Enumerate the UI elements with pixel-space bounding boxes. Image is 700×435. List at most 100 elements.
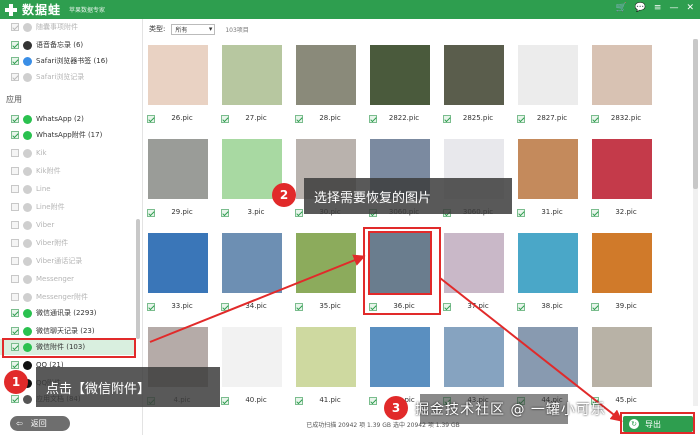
photo-tile[interactable]: 31.pic <box>513 133 583 220</box>
photo-checkbox[interactable] <box>517 115 525 123</box>
sidebar-item[interactable]: 随囊事项附件 <box>0 19 135 35</box>
photo-thumbnail[interactable] <box>370 327 430 387</box>
photo-checkbox[interactable] <box>591 209 599 217</box>
checkbox[interactable] <box>11 221 19 229</box>
photo-tile[interactable]: 40.pic <box>217 321 287 408</box>
type-select[interactable]: 所有 <box>171 23 216 35</box>
photo-tile[interactable]: 3.pic <box>217 133 287 220</box>
photo-checkbox[interactable] <box>517 303 525 311</box>
photo-thumbnail[interactable] <box>592 139 652 199</box>
checkbox[interactable] <box>11 41 19 49</box>
sidebar-item[interactable]: WhatsApp (2) <box>0 111 135 127</box>
checkbox[interactable] <box>11 395 19 403</box>
cart-icon[interactable]: 🛒 <box>615 3 626 13</box>
checkbox[interactable] <box>11 131 19 139</box>
sidebar-item[interactable]: WhatsApp附件 (17) <box>0 127 135 143</box>
photo-tile[interactable]: 34.pic <box>217 227 287 314</box>
minimize-icon[interactable]: — <box>669 3 678 13</box>
checkbox[interactable] <box>11 23 19 31</box>
photo-thumbnail[interactable] <box>148 45 208 105</box>
sidebar-item[interactable]: 微信聊天记录 (23) <box>0 323 135 339</box>
photo-tile[interactable]: 38.pic <box>513 227 583 314</box>
photo-thumbnail[interactable] <box>296 45 356 105</box>
photo-thumbnail[interactable] <box>444 327 504 387</box>
sidebar-item[interactable]: 微信通讯录 (2293) <box>0 305 135 321</box>
photo-checkbox[interactable] <box>295 115 303 123</box>
sidebar-scrollbar[interactable] <box>136 219 140 339</box>
photo-checkbox[interactable] <box>295 303 303 311</box>
photo-tile[interactable]: 2827.pic <box>513 39 583 126</box>
photo-thumbnail[interactable] <box>222 327 282 387</box>
photo-checkbox[interactable] <box>147 115 155 123</box>
photo-tile[interactable]: 2822.pic <box>365 39 435 126</box>
checkbox[interactable] <box>11 203 19 211</box>
sidebar-item[interactable]: Line附件 <box>0 199 135 215</box>
photo-thumbnail[interactable] <box>370 45 430 105</box>
photo-thumbnail[interactable] <box>222 233 282 293</box>
photo-checkbox[interactable] <box>147 209 155 217</box>
photo-thumbnail[interactable] <box>592 327 652 387</box>
photo-thumbnail[interactable] <box>296 233 356 293</box>
photo-thumbnail[interactable] <box>296 327 356 387</box>
chat-icon[interactable]: 💬 <box>635 3 646 13</box>
sidebar-item[interactable]: 语音备忘录 (6) <box>0 37 135 53</box>
checkbox[interactable] <box>11 73 19 81</box>
photo-tile[interactable]: 2825.pic <box>439 39 509 126</box>
photo-tile[interactable]: 2832.pic <box>587 39 657 126</box>
checkbox[interactable] <box>11 239 19 247</box>
photo-tile[interactable]: 33.pic <box>143 227 213 314</box>
photo-checkbox[interactable] <box>517 209 525 217</box>
photo-thumbnail[interactable] <box>518 139 578 199</box>
back-button[interactable]: ⇦ 返回 <box>10 416 70 431</box>
photo-checkbox[interactable] <box>295 209 303 217</box>
photo-checkbox[interactable] <box>443 115 451 123</box>
photo-thumbnail[interactable] <box>518 45 578 105</box>
sidebar-item[interactable]: Viber <box>0 217 135 233</box>
photo-tile[interactable]: 32.pic <box>587 133 657 220</box>
checkbox[interactable] <box>11 167 19 175</box>
photo-checkbox[interactable] <box>591 115 599 123</box>
checkbox[interactable] <box>11 115 19 123</box>
sidebar-item[interactable]: Safari浏览记录 <box>0 69 135 85</box>
sidebar-item[interactable]: Viber通话记录 <box>0 253 135 269</box>
menu-icon[interactable]: ≡ <box>654 3 662 13</box>
photo-tile[interactable]: 28.pic <box>291 39 361 126</box>
sidebar-item[interactable]: Messenger附件 <box>0 289 135 305</box>
checkbox[interactable] <box>11 327 19 335</box>
photo-tile[interactable]: 26.pic <box>143 39 213 126</box>
checkbox[interactable] <box>11 185 19 193</box>
photo-thumbnail[interactable] <box>222 45 282 105</box>
photo-checkbox[interactable] <box>591 303 599 311</box>
checkbox[interactable] <box>11 149 19 157</box>
sidebar-item[interactable]: Kik <box>0 145 135 161</box>
photo-checkbox[interactable] <box>443 303 451 311</box>
photo-tile[interactable]: 45.pic <box>587 321 657 408</box>
photo-thumbnail[interactable] <box>518 233 578 293</box>
photo-tile[interactable]: 41.pic <box>291 321 361 408</box>
checkbox[interactable] <box>11 293 19 301</box>
checkbox[interactable] <box>11 309 19 317</box>
grid-scrollbar[interactable] <box>693 39 698 406</box>
photo-checkbox[interactable] <box>221 303 229 311</box>
photo-thumbnail[interactable] <box>592 45 652 105</box>
photo-checkbox[interactable] <box>221 209 229 217</box>
photo-checkbox[interactable] <box>369 397 377 405</box>
photo-tile[interactable]: 29.pic <box>143 133 213 220</box>
photo-checkbox[interactable] <box>369 115 377 123</box>
grid-scrollbar-thumb[interactable] <box>693 39 698 189</box>
photo-thumbnail[interactable] <box>444 233 504 293</box>
close-icon[interactable]: ✕ <box>686 3 694 13</box>
checkbox[interactable] <box>11 257 19 265</box>
photo-thumbnail[interactable] <box>592 233 652 293</box>
checkbox[interactable] <box>11 57 19 65</box>
sidebar-item[interactable]: Viber附件 <box>0 235 135 251</box>
photo-thumbnail[interactable] <box>444 45 504 105</box>
photo-tile[interactable]: 39.pic <box>587 227 657 314</box>
checkbox[interactable] <box>11 275 19 283</box>
photo-checkbox[interactable] <box>221 115 229 123</box>
checkbox[interactable] <box>11 361 19 369</box>
photo-thumbnail[interactable] <box>148 139 208 199</box>
sidebar-item[interactable]: Line <box>0 181 135 197</box>
photo-tile[interactable]: 37.pic <box>439 227 509 314</box>
sidebar-item[interactable]: Safari浏览器书签 (16) <box>0 53 135 69</box>
